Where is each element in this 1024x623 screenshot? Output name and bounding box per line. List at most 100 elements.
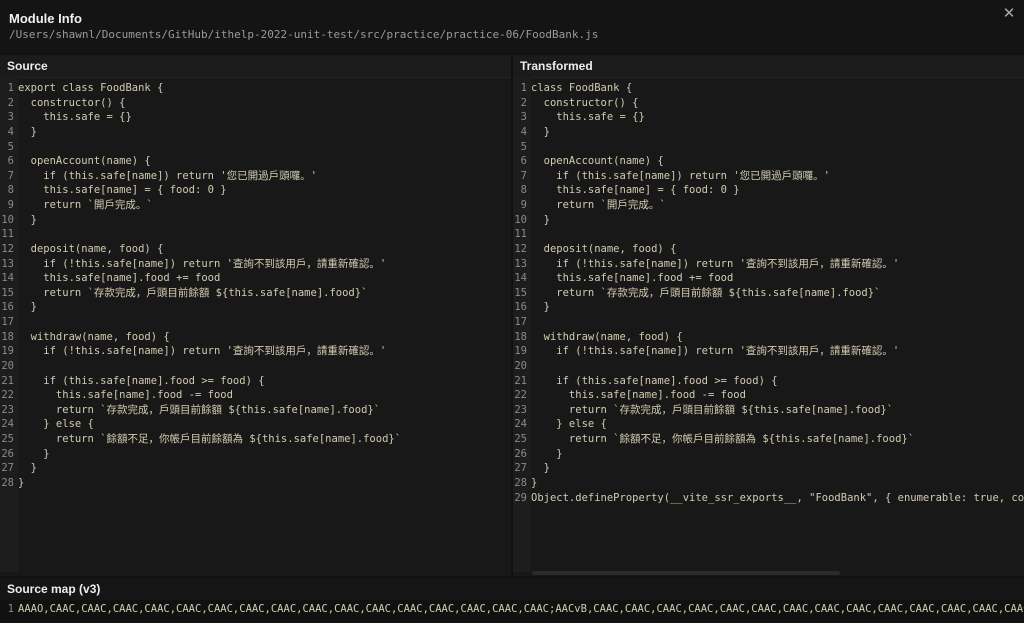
code-line: 2 constructor() { — [0, 96, 511, 111]
line-number: 11 — [514, 228, 527, 241]
code-text: if (!this.safe[name]) return '查詢不到該用戶，請重… — [531, 257, 900, 270]
code-text: } — [18, 213, 37, 226]
source-pane: Source 1 export class FoodBank {2 constru… — [0, 55, 511, 576]
code-text: openAccount(name) { — [531, 155, 664, 168]
source-map-header: Source map (v3) — [0, 578, 1024, 600]
line-number: 28 — [1, 476, 14, 489]
line-number: 24 — [1, 418, 14, 431]
code-line: 4 } — [513, 125, 1024, 140]
code-text: this.safe = {} — [18, 111, 132, 124]
line-number: 18 — [514, 330, 527, 343]
code-line: 22 this.safe[name].food -= food — [513, 388, 1024, 403]
code-line: 20 — [0, 359, 511, 374]
code-text: if (this.safe[name].food >= food) { — [18, 374, 265, 387]
module-path: /Users/shawnl/Documents/GitHub/ithelp-20… — [9, 28, 599, 41]
code-text: deposit(name, food) { — [531, 242, 677, 255]
code-line: 21 if (this.safe[name].food >= food) { — [0, 374, 511, 389]
dialog-title: Module Info — [9, 11, 82, 26]
line-number: 1 — [520, 82, 527, 94]
code-line: 15 return `存款完成，戶頭目前餘額 ${this.safe[name]… — [0, 286, 511, 301]
code-text: } else { — [18, 418, 94, 431]
transformed-code[interactable]: 1 class FoodBank {2 constructor() {3 this… — [513, 81, 1024, 505]
line-number: 12 — [1, 242, 14, 255]
transformed-pane-title: Transformed — [520, 59, 593, 73]
code-line: 27 } — [0, 461, 511, 476]
code-line: 26 } — [513, 447, 1024, 462]
line-number: 27 — [1, 462, 14, 475]
code-text: constructor() { — [531, 96, 639, 109]
line-number: 19 — [1, 345, 14, 358]
close-icon[interactable]: ✕ — [1000, 5, 1018, 23]
code-line: 11 — [0, 227, 511, 242]
line-number: 10 — [514, 213, 527, 226]
code-text: this.safe[name].food -= food — [531, 389, 746, 402]
line-number: 3 — [7, 111, 14, 124]
code-line: 14 this.safe[name].food += food — [513, 271, 1024, 286]
line-number: 29 — [514, 491, 527, 504]
line-number: 20 — [1, 359, 14, 372]
code-line: 14 this.safe[name].food += food — [0, 271, 511, 286]
line-number: 2 — [520, 96, 527, 109]
line-number: 25 — [1, 433, 14, 445]
line-number: 6 — [520, 155, 527, 168]
source-map-code[interactable]: 1 AAAO,CAAC,CAAC,CAAC,CAAC,CAAC,CAAC,CAAC… — [0, 603, 1024, 623]
line-number: 8 — [7, 184, 14, 197]
line-number: 19 — [514, 345, 527, 358]
code-line: 23 return `存款完成，戶頭目前餘額 ${this.safe[name]… — [0, 403, 511, 418]
code-text: return `開戶完成。` — [531, 199, 666, 211]
code-line: 24 } else { — [0, 417, 511, 432]
line-number: 16 — [514, 301, 527, 314]
code-line: 28} — [513, 476, 1024, 491]
code-text: withdraw(name, food) { — [18, 330, 170, 343]
line-number: 26 — [1, 447, 14, 460]
code-text: if (this.safe[name]) return '您已開過戶頭囉。' — [531, 169, 830, 182]
code-line: 8 this.safe[name] = { food: 0 } — [0, 183, 511, 198]
line-number: 14 — [1, 272, 14, 285]
code-line: 19 if (!this.safe[name]) return '查詢不到該用戶… — [513, 344, 1024, 359]
line-number: 15 — [1, 286, 14, 299]
line-number: 21 — [514, 374, 527, 387]
line-number: 3 — [520, 111, 527, 124]
line-number: 9 — [7, 199, 14, 211]
code-line: 22 this.safe[name].food -= food — [0, 388, 511, 403]
code-line: 10 } — [513, 213, 1024, 228]
code-line: 15 return `存款完成，戶頭目前餘額 ${this.safe[name]… — [513, 286, 1024, 301]
code-line: 5 — [513, 140, 1024, 155]
line-number: 9 — [520, 199, 527, 211]
line-number: 28 — [514, 476, 527, 489]
source-code[interactable]: 1 export class FoodBank {2 constructor() … — [0, 81, 511, 491]
code-line: 25 return `餘額不足，你帳戶目前餘額為 ${this.safe[nam… — [513, 432, 1024, 447]
transformed-horizontal-scrollbar[interactable] — [532, 571, 840, 575]
line-number: 1 — [7, 82, 14, 94]
line-number: 24 — [514, 418, 527, 431]
code-line: 3 this.safe = {} — [513, 110, 1024, 125]
line-number: 5 — [7, 140, 14, 153]
code-text: } — [18, 476, 25, 489]
code-text: } — [531, 301, 550, 314]
code-text: } — [531, 447, 563, 460]
source-map-text: AAAO,CAAC,CAAC,CAAC,CAAC,CAAC,CAAC,CAAC,… — [18, 603, 1024, 615]
code-line: 9 return `開戶完成。` — [0, 198, 511, 213]
code-text: } — [18, 125, 37, 138]
code-line: 16 } — [513, 300, 1024, 315]
line-number: 20 — [514, 359, 527, 372]
line-number: 16 — [1, 301, 14, 314]
source-pane-title: Source — [7, 59, 48, 73]
code-line: 23 return `存款完成，戶頭目前餘額 ${this.safe[name]… — [513, 403, 1024, 418]
line-number: 1 — [7, 603, 14, 615]
code-line: 25 return `餘額不足，你帳戶目前餘額為 ${this.safe[nam… — [0, 432, 511, 447]
code-line: 28} — [0, 476, 511, 491]
code-line: 13 if (!this.safe[name]) return '查詢不到該用戶… — [513, 257, 1024, 272]
line-number: 4 — [7, 125, 14, 138]
code-text: return `存款完成，戶頭目前餘額 ${this.safe[name].fo… — [18, 403, 381, 416]
code-line: 2 constructor() { — [513, 96, 1024, 111]
code-line: 16 } — [0, 300, 511, 315]
code-line: 6 openAccount(name) { — [513, 154, 1024, 169]
line-number: 12 — [514, 242, 527, 255]
line-number: 13 — [1, 257, 14, 270]
source-pane-header: Source — [0, 55, 511, 78]
module-info-header: Module Info /Users/shawnl/Documents/GitH… — [0, 0, 1024, 53]
line-number: 18 — [1, 330, 14, 343]
line-number: 6 — [7, 155, 14, 168]
code-line: 24 } else { — [513, 417, 1024, 432]
